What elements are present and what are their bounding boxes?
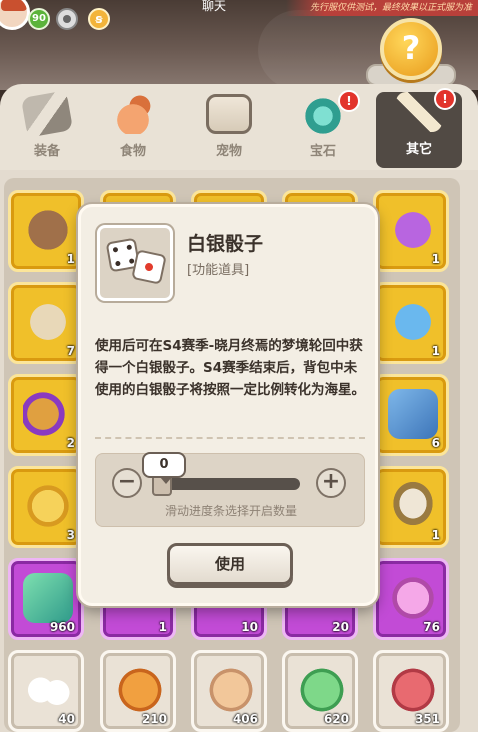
tab-pet[interactable]: 宠物 xyxy=(186,94,272,166)
item-category: [功能道具] xyxy=(187,263,250,278)
green-scroll-icon xyxy=(297,665,347,715)
inventory-slot[interactable]: 620 xyxy=(282,650,358,732)
dice-icon xyxy=(131,249,167,285)
egg-nest-icon xyxy=(388,481,438,531)
slider-hint: 滑动进度条选择开启数量 xyxy=(164,504,297,518)
wrench-icon xyxy=(20,90,74,138)
item-count: 351 xyxy=(414,712,440,726)
minus-button[interactable]: − xyxy=(112,468,142,498)
item-count: 1 xyxy=(158,620,167,634)
inventory-slot[interactable]: 960 xyxy=(8,558,84,640)
item-count: 406 xyxy=(232,712,258,726)
item-count: 620 xyxy=(323,712,349,726)
tab-label: 宝石 xyxy=(309,144,336,159)
food-icon xyxy=(110,94,156,134)
item-count: 1 xyxy=(66,252,75,266)
level-badge: 90 xyxy=(28,8,50,30)
slider-value: 0 xyxy=(142,452,186,484)
inventory-slot[interactable]: 406 xyxy=(191,650,267,732)
tab-food[interactable]: 食物 xyxy=(90,94,176,166)
chest-icon xyxy=(23,205,73,255)
purple-sack-icon xyxy=(388,205,438,255)
purple-bag-icon xyxy=(23,389,73,439)
inventory-slot[interactable]: 1 xyxy=(373,190,449,272)
tab-label: 其它 xyxy=(405,142,432,157)
inventory-slot[interactable]: 40 xyxy=(8,650,84,732)
chat-label[interactable]: 聊天 xyxy=(202,0,226,14)
quantity-slider-panel: − 0 + 滑动进度条选择开启数量 xyxy=(95,452,365,527)
item-count: 40 xyxy=(58,712,75,726)
tab-equipment[interactable]: 装备 xyxy=(4,90,90,166)
inventory-slot[interactable]: 210 xyxy=(100,650,176,732)
inventory-slot[interactable]: 7 xyxy=(8,282,84,364)
test-server-notice: 先行服仅供测试，最终效果以正式服为准 xyxy=(286,0,478,16)
red-arrow-scroll-icon xyxy=(388,665,438,715)
slider-handle[interactable]: 0 xyxy=(142,452,186,496)
avatar[interactable] xyxy=(0,0,30,30)
inventory-slot[interactable]: 3 xyxy=(8,466,84,548)
help-button[interactable]: ? xyxy=(380,18,442,80)
green-ticket-icon xyxy=(23,573,73,623)
notification-badge: ! xyxy=(434,88,456,110)
item-count: 10 xyxy=(241,620,258,634)
pet-icon xyxy=(206,94,252,134)
dice-icon xyxy=(23,665,73,715)
item-count: 960 xyxy=(49,620,75,634)
blue-card-icon xyxy=(388,389,438,439)
inventory-slot[interactable]: 76 xyxy=(373,558,449,640)
tab-other[interactable]: 其它 ! xyxy=(376,88,462,168)
item-icon-frame xyxy=(97,225,173,301)
item-description: 使用后可在S4赛季-晓月终焉的梦境轮回中获得一个白银骰子。S4赛季结束后，背包中… xyxy=(95,338,365,398)
divider xyxy=(95,437,365,439)
shell-coin-icon xyxy=(23,481,73,531)
item-count: 1 xyxy=(431,528,440,542)
gear-icon[interactable] xyxy=(56,8,78,30)
item-count: 210 xyxy=(141,712,167,726)
item-count: 20 xyxy=(332,620,349,634)
notification-badge: ! xyxy=(338,90,360,112)
blue-sack-icon xyxy=(388,297,438,347)
item-count: 2 xyxy=(66,436,75,450)
tab-label: 食物 xyxy=(119,144,146,159)
slider-track[interactable] xyxy=(154,478,300,490)
plus-button[interactable]: + xyxy=(316,468,346,498)
item-count: 3 xyxy=(66,528,75,542)
inventory-slot[interactable]: 1 xyxy=(373,466,449,548)
top-bar: 90 ꞩ 聊天 先行服仅供测试，最终效果以正式服为准 ? xyxy=(0,0,478,90)
tab-gem[interactable]: 宝石 ! xyxy=(280,90,366,166)
item-detail-popup: 白银骰子 [功能道具] 使用后可在S4赛季-晓月终焉的梦境轮回中获得一个白银骰子… xyxy=(78,204,378,606)
item-count: 6 xyxy=(431,436,440,450)
orange-scroll-icon xyxy=(115,665,165,715)
item-title: 白银骰子 xyxy=(187,233,264,255)
paw-scroll-icon xyxy=(206,665,256,715)
category-tab-bar: 装备 食物 宠物 宝石 ! 其它 ! xyxy=(0,84,478,170)
inventory-slot[interactable]: 2 xyxy=(8,374,84,456)
pink-crystal-icon xyxy=(388,573,438,623)
inventory-slot[interactable]: 351 xyxy=(373,650,449,732)
item-count: 1 xyxy=(431,252,440,266)
item-count: 76 xyxy=(423,620,440,634)
item-count: 7 xyxy=(66,344,75,358)
inventory-slot[interactable]: 6 xyxy=(373,374,449,456)
inventory-slot[interactable]: 1 xyxy=(373,282,449,364)
item-count: 1 xyxy=(431,344,440,358)
tab-label: 宠物 xyxy=(215,144,242,159)
horned-chest-icon xyxy=(23,297,73,347)
coin-icon[interactable]: ꞩ xyxy=(88,8,110,30)
inventory-slot[interactable]: 1 xyxy=(8,190,84,272)
tab-label: 装备 xyxy=(33,144,60,159)
use-button[interactable]: 使用 xyxy=(167,543,293,585)
